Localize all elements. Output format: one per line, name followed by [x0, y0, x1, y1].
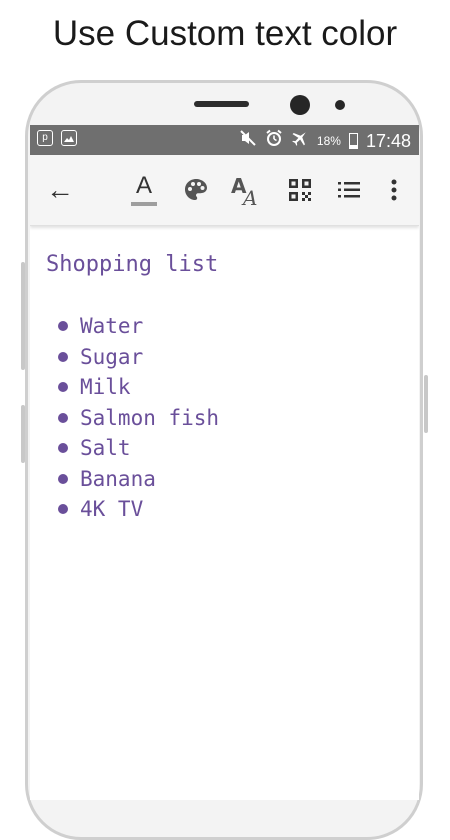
- list-item[interactable]: Water: [46, 311, 406, 342]
- list-item-label: Banana: [80, 466, 156, 491]
- list-item[interactable]: Milk: [46, 372, 406, 403]
- list-item-label: 4K TV: [80, 497, 144, 521]
- text-color-button[interactable]: A: [126, 155, 162, 225]
- phone-camera: [290, 95, 310, 115]
- bullet-icon: [58, 351, 68, 362]
- bullet-icon: [58, 321, 68, 332]
- list-item-label: Salt: [80, 436, 131, 460]
- p-notification-icon: p: [37, 130, 53, 146]
- app-screen: p 18% 17:48 ← A A A Shopping list Water …: [30, 125, 419, 800]
- image-notification-icon: [61, 130, 77, 146]
- airplane-icon: [291, 129, 309, 153]
- note-editor[interactable]: Shopping list Water Sugar Milk Salmon fish S…: [46, 251, 406, 525]
- status-time: 17:48: [365, 130, 411, 151]
- battery-icon: [348, 133, 358, 149]
- phone-side-button-left-1: [21, 262, 25, 370]
- bullet-icon: [58, 473, 68, 484]
- list-item[interactable]: Salmon fish: [46, 403, 406, 434]
- bullet-icon: [58, 443, 68, 454]
- list-item-label: Milk: [80, 375, 131, 399]
- list-item[interactable]: Salt: [46, 433, 406, 464]
- svg-text:A: A: [241, 186, 257, 207]
- note-title[interactable]: Shopping list: [46, 251, 406, 279]
- bullet-icon: [58, 412, 68, 423]
- note-list: Water Sugar Milk Salmon fish Salt Banana 4K TV: [46, 311, 406, 525]
- phone-speaker: [194, 101, 249, 107]
- list-item-label: Water: [80, 314, 144, 338]
- list-item[interactable]: Banana: [46, 464, 406, 495]
- list-item[interactable]: 4K TV: [46, 494, 406, 525]
- alarm-icon: [265, 129, 283, 153]
- editor-toolbar: ← A A A: [30, 155, 419, 226]
- text-color-swatch: [131, 202, 157, 206]
- phone-side-button-left-2: [21, 405, 25, 463]
- list-item-label: Salmon fish: [80, 405, 220, 430]
- list-item-label: Sugar: [80, 344, 144, 369]
- palette-icon[interactable]: [178, 155, 214, 225]
- status-left-icons: p: [37, 130, 77, 146]
- more-options-icon[interactable]: [382, 155, 406, 225]
- font-style-icon[interactable]: A A: [228, 155, 264, 225]
- status-bar: p 18% 17:48: [30, 125, 419, 155]
- back-arrow-icon[interactable]: ←: [42, 155, 78, 225]
- text-color-icon: A: [135, 172, 152, 199]
- qr-code-icon[interactable]: [286, 155, 314, 225]
- battery-percent: 18%: [316, 134, 341, 148]
- bullet-icon: [58, 382, 68, 393]
- mute-icon: [239, 129, 257, 153]
- bullet-icon: [58, 504, 68, 515]
- phone-sensor: [335, 100, 345, 110]
- bullet-list-icon[interactable]: [332, 155, 366, 225]
- status-right-icons: 18% 17:48: [239, 129, 411, 153]
- phone-side-button-right: [424, 375, 428, 433]
- list-item[interactable]: Sugar: [46, 342, 406, 373]
- promo-caption: Use Custom text color: [52, 14, 398, 53]
